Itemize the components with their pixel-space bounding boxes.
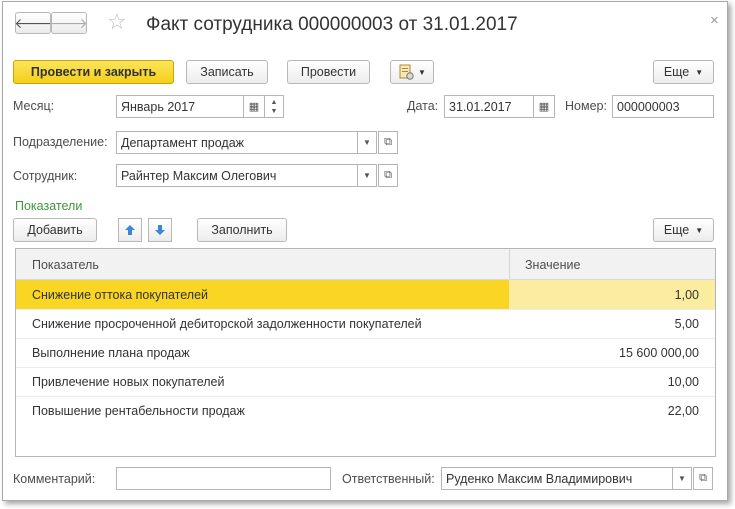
more-button[interactable]: Еще ▼ [653,60,714,84]
move-up-button[interactable] [118,218,142,242]
number-label: Номер: [565,99,607,113]
arrow-left-icon: 🡐 [14,14,52,31]
open-window-icon: ⧉ [699,472,707,484]
chevron-down-icon: ▼ [418,67,426,77]
more-label: Еще [663,223,690,237]
responsible-value: Руденко Максим Владимирович [446,471,633,486]
chevron-down-icon: ▼ [695,225,704,235]
date-value: 31.01.2017 [449,99,512,114]
indicator-name: Выполнение плана продаж [32,346,190,360]
chevron-down-icon: ▼ [363,138,371,147]
employee-value: Райнтер Максим Олегович [121,168,277,183]
department-label: Подразделение: [13,135,108,149]
employee-dropdown-button[interactable]: ▼ [357,164,377,187]
month-spinner[interactable]: ▲ ▼ [264,95,284,118]
responsible-dropdown-button[interactable]: ▼ [672,467,692,490]
indicator-name: Повышение рентабельности продаж [32,404,245,418]
indicators-section-title: Показатели [15,199,83,213]
calendar-icon: ▦ [248,101,260,113]
arrow-down-icon [155,225,165,235]
chevron-down-icon: ▼ [695,67,704,77]
employee-label: Сотрудник: [13,169,78,183]
document-window: 🡐 🡒 ☆ Факт сотрудника 000000003 от 31.01… [2,1,728,501]
number-field[interactable]: 000000003 [612,95,714,118]
indicator-value: 5,00 [674,317,699,331]
calendar-icon: ▦ [538,101,550,113]
column-header-indicator[interactable]: Показатель [32,258,99,272]
responsible-field[interactable]: Руденко Максим Владимирович [441,467,673,490]
back-button[interactable]: 🡐 [14,12,52,34]
table-row[interactable]: Снижение оттока покупателей 1,00 [16,280,715,310]
add-button[interactable]: Добавить [13,218,97,242]
arrow-up-icon [125,225,135,235]
table-row[interactable]: Снижение просроченной дебиторской задолж… [16,309,715,339]
spin-down-icon: ▼ [270,107,278,115]
indicator-name: Снижение просроченной дебиторской задолж… [32,317,422,331]
open-window-icon: ⧉ [384,169,392,181]
print-menu-button[interactable]: ▼ [390,60,434,84]
number-value: 000000003 [617,99,680,114]
table-more-button[interactable]: Еще ▼ [653,218,714,242]
table-row[interactable]: Привлечение новых покупателей 10,00 [16,367,715,397]
indicator-value: 10,00 [667,375,699,389]
month-value: Январь 2017 [121,99,196,114]
chevron-down-icon: ▼ [363,171,371,180]
employee-field[interactable]: Райнтер Максим Олегович [116,164,358,187]
responsible-label: Ответственный: [342,472,435,486]
spin-up-icon: ▲ [270,98,278,106]
indicator-value: 22,00 [667,404,699,418]
responsible-open-button[interactable]: ⧉ [693,467,713,490]
move-down-button[interactable] [148,218,172,242]
table-row[interactable]: Повышение рентабельности продаж 22,00 [16,396,715,425]
fill-button[interactable]: Заполнить [197,218,287,242]
window-title: Факт сотрудника 000000003 от 31.01.2017 [146,14,518,35]
favorite-star-icon[interactable]: ☆ [107,11,127,33]
date-field[interactable]: 31.01.2017 [444,95,534,118]
department-value: Департамент продаж [121,135,245,150]
document-report-icon [399,64,414,80]
calendar-button[interactable]: ▦ [243,95,265,118]
arrow-right-icon: 🡒 [50,14,88,31]
column-header-value[interactable]: Значение [525,258,580,272]
month-field[interactable]: Январь 2017 [116,95,244,118]
department-open-button[interactable]: ⧉ [378,131,398,154]
column-divider [509,249,510,279]
table-row[interactable]: Выполнение плана продаж 15 600 000,00 [16,338,715,368]
post-and-close-button[interactable]: Провести и закрыть [13,60,174,84]
indicators-table[interactable]: Показатель Значение Снижение оттока поку… [15,248,716,457]
indicator-name: Привлечение новых покупателей [32,375,225,389]
department-dropdown-button[interactable]: ▼ [357,131,377,154]
save-button[interactable]: Записать [186,60,268,84]
close-icon[interactable]: × [710,12,719,29]
department-field[interactable]: Департамент продаж [116,131,358,154]
forward-button[interactable]: 🡒 [50,12,88,34]
month-label: Месяц: [13,99,55,113]
more-label: Еще [663,65,690,79]
indicator-value: 15 600 000,00 [619,346,699,360]
date-calendar-button[interactable]: ▦ [533,95,555,118]
indicator-name: Снижение оттока покупателей [32,288,209,302]
employee-open-button[interactable]: ⧉ [378,164,398,187]
comment-label: Комментарий: [13,472,96,486]
table-header: Показатель Значение [16,249,715,280]
chevron-down-icon: ▼ [678,474,686,483]
indicator-value: 1,00 [674,288,699,302]
comment-field[interactable] [116,467,331,490]
open-window-icon: ⧉ [384,136,392,148]
post-button[interactable]: Провести [287,60,370,84]
date-label: Дата: [407,99,439,113]
